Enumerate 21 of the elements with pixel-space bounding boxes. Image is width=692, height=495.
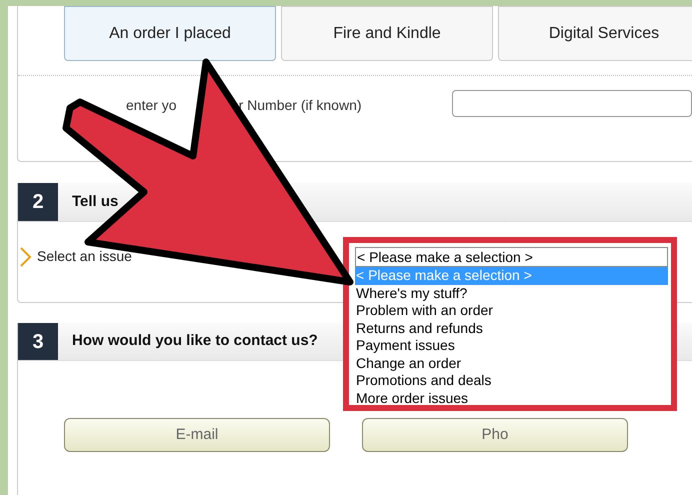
issue-option[interactable]: Promotions and deals — [355, 372, 668, 390]
step-number: 2 — [18, 183, 58, 221]
section-title: Tell us — [72, 192, 118, 212]
field-label: enter yo — [126, 96, 177, 115]
order-number-field[interactable] — [452, 90, 692, 117]
chevron-icon — [20, 246, 32, 266]
step-number: 3 — [18, 323, 58, 360]
issue-option[interactable]: Change an order — [355, 354, 668, 372]
section-title: How would you like to contact us? — [72, 331, 318, 352]
category-tab[interactable]: An order I placed — [64, 6, 276, 61]
field-label: Select an issue — [37, 247, 132, 266]
issue-option[interactable]: Problem with an order — [355, 302, 668, 320]
category-tab[interactable]: Digital Services — [498, 6, 692, 61]
contact-button[interactable]: Pho — [362, 418, 628, 452]
issue-option[interactable]: Where's my stuff? — [355, 284, 668, 302]
issue-option[interactable]: Returns and refunds — [355, 320, 668, 337]
issue-select[interactable]: < Please make a selection > — [355, 247, 668, 267]
category-tab[interactable]: Fire and Kindle — [281, 6, 493, 61]
issue-option[interactable]: More order issues — [355, 390, 668, 407]
contact-button[interactable]: E-mail — [64, 418, 330, 452]
issue-option[interactable]: Payment issues — [355, 337, 668, 354]
